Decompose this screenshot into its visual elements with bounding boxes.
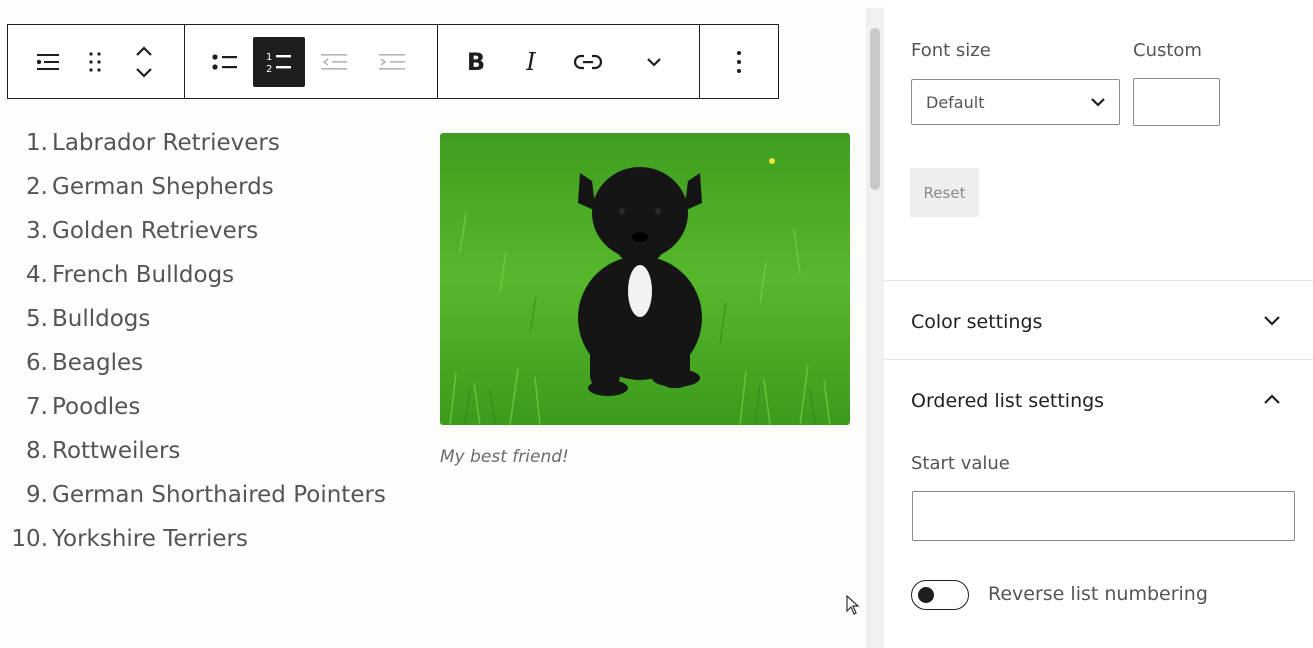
list-item-number: 7.: [26, 394, 48, 420]
italic-icon: I: [526, 47, 536, 76]
link-icon[interactable]: [560, 37, 616, 87]
svg-text:2: 2: [266, 64, 272, 75]
font-size-label: Font size: [911, 40, 991, 61]
custom-font-size-input[interactable]: [1133, 78, 1220, 126]
list-item-text: Poodles: [52, 394, 141, 420]
ordered-list[interactable]: 1. Labrador Retrievers 2. German Shepherds…: [0, 121, 386, 561]
more-options-icon[interactable]: [714, 37, 764, 87]
ordered-list-settings-toggle[interactable]: Ordered list settings: [911, 390, 1104, 412]
toolbar-group-format: B I: [438, 25, 700, 98]
list-item-text: French Bulldogs: [52, 262, 235, 288]
chevron-up-icon[interactable]: [1262, 392, 1282, 406]
start-value-label: Start value: [911, 453, 1010, 474]
font-size-select[interactable]: Default: [911, 79, 1120, 125]
list-item-text: German Shepherds: [52, 174, 274, 200]
italic-button[interactable]: I: [502, 37, 560, 87]
custom-size-label: Custom: [1133, 40, 1202, 61]
list-item[interactable]: 2. German Shepherds: [0, 165, 386, 209]
divider: [884, 280, 1313, 281]
reset-button[interactable]: Reset: [910, 168, 979, 217]
editor-scrollbar-thumb[interactable]: [870, 28, 880, 190]
chevron-down-icon: [1091, 98, 1105, 107]
list-item[interactable]: 3. Golden Retrievers: [0, 209, 386, 253]
list-item-number: 10.: [11, 526, 48, 552]
list-item-number: 9.: [26, 482, 48, 508]
chevron-down-icon[interactable]: [616, 37, 692, 87]
bold-button[interactable]: B: [450, 37, 502, 87]
list-item[interactable]: 4. French Bulldogs: [0, 253, 386, 297]
list-item[interactable]: 6. Beagles: [0, 341, 386, 385]
indent-icon[interactable]: [363, 37, 421, 87]
list-item-text: Beagles: [52, 350, 144, 376]
reverse-list-toggle[interactable]: [911, 580, 969, 610]
list-item-text: Golden Retrievers: [52, 218, 259, 244]
unordered-list-icon[interactable]: [197, 37, 253, 87]
list-block-icon[interactable]: [23, 37, 73, 87]
svg-text:1: 1: [266, 52, 272, 63]
image-caption[interactable]: My best friend!: [440, 447, 569, 467]
puppy-image[interactable]: [440, 133, 850, 425]
list-item-number: 4.: [26, 262, 48, 288]
toolbar-group-options: [700, 25, 778, 98]
list-item-number: 8.: [26, 438, 48, 464]
ordered-list-icon[interactable]: 1 2: [253, 36, 305, 87]
list-item-text: Yorkshire Terriers: [52, 526, 248, 552]
list-item-text: Bulldogs: [52, 306, 151, 332]
toolbar-group-block: [8, 25, 185, 98]
mouse-cursor-icon: [846, 594, 860, 615]
list-item[interactable]: 8. Rottweilers: [0, 429, 386, 473]
move-up-down-icon[interactable]: [117, 37, 171, 87]
start-value-input[interactable]: [912, 491, 1295, 541]
drag-handle-icon[interactable]: [73, 37, 117, 87]
divider: [884, 359, 1313, 360]
list-item-text: German Shorthaired Pointers: [52, 482, 386, 508]
list-item[interactable]: 9. German Shorthaired Pointers: [0, 473, 386, 517]
reverse-list-label: Reverse list numbering: [988, 583, 1208, 605]
list-item[interactable]: 1. Labrador Retrievers: [0, 121, 386, 165]
list-item-text: Rottweilers: [52, 438, 181, 464]
block-toolbar: 1 2 B I: [7, 24, 779, 99]
list-item[interactable]: 10. Yorkshire Terriers: [0, 517, 386, 561]
list-item[interactable]: 7. Poodles: [0, 385, 386, 429]
color-settings-toggle[interactable]: Color settings: [911, 311, 1042, 333]
font-size-select-value: Default: [926, 92, 985, 112]
list-item[interactable]: 5. Bulldogs: [0, 297, 386, 341]
list-item-number: 1.: [26, 130, 48, 156]
list-item-number: 2.: [26, 174, 48, 200]
bold-icon: B: [466, 47, 486, 76]
chevron-down-icon[interactable]: [1262, 314, 1282, 328]
toolbar-group-list: 1 2: [185, 25, 438, 98]
outdent-icon[interactable]: [305, 37, 363, 87]
list-item-text: Labrador Retrievers: [52, 130, 280, 156]
toggle-knob: [918, 587, 934, 603]
list-item-number: 3.: [26, 218, 48, 244]
list-item-number: 6.: [26, 350, 48, 376]
list-item-number: 5.: [26, 306, 48, 332]
